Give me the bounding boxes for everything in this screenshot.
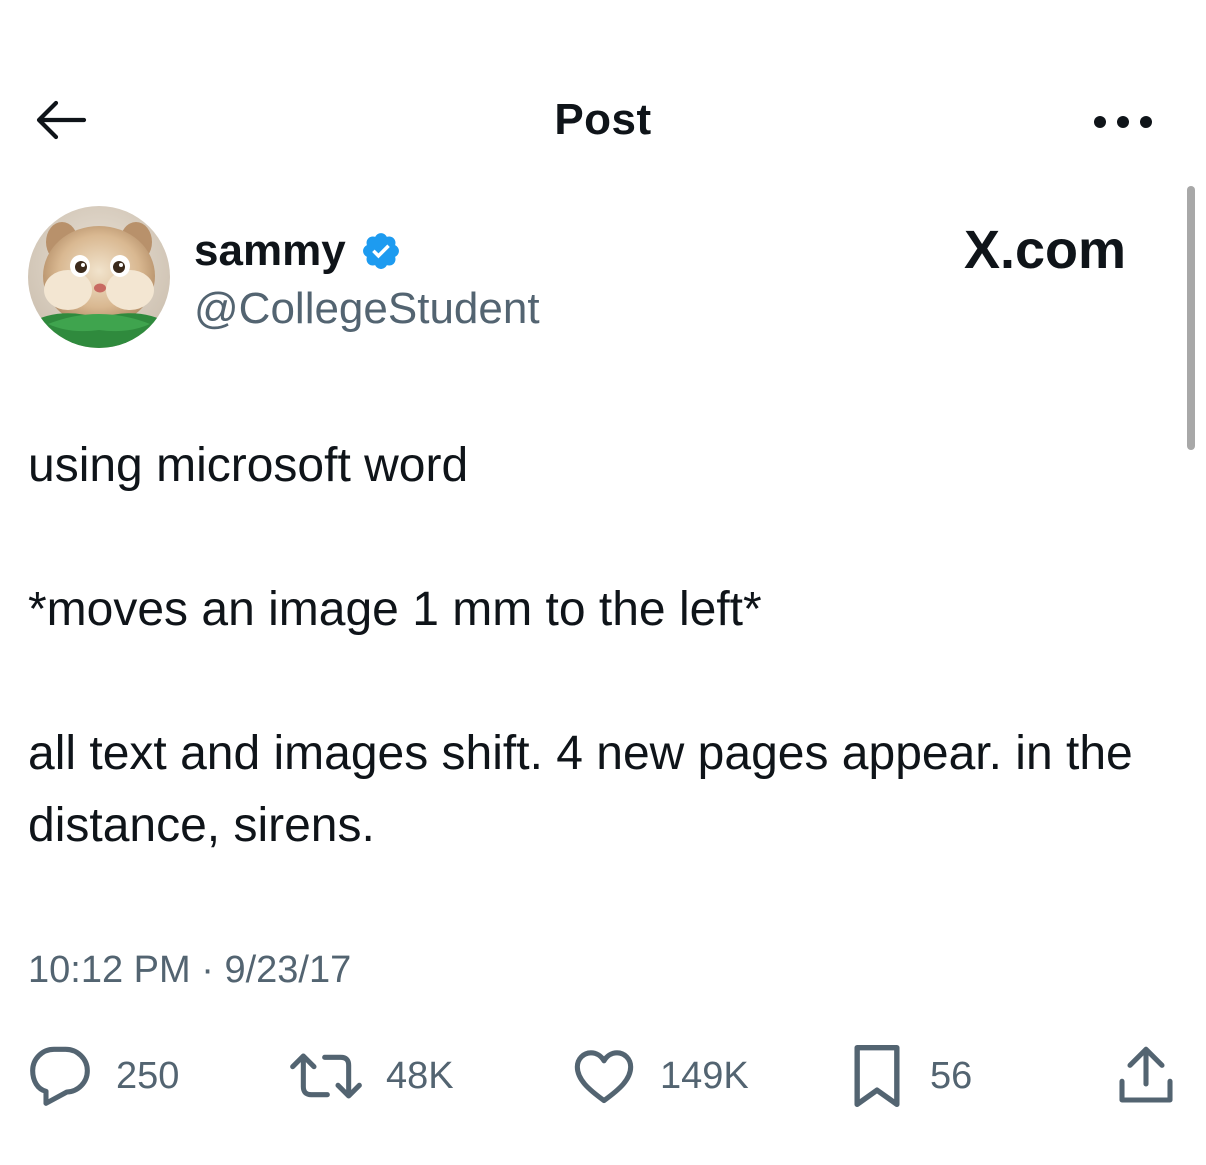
more-horizontal-icon (1092, 114, 1154, 130)
share-icon (1116, 1044, 1176, 1108)
bookmark-button[interactable]: 56 (848, 1040, 972, 1112)
reply-count: 250 (116, 1054, 180, 1097)
repost-count: 48K (386, 1054, 454, 1097)
meta-separator: · (201, 949, 214, 991)
author-handle[interactable]: @CollegeStudent (194, 282, 540, 336)
tweet-paragraph: *moves an image 1 mm to the left* (28, 583, 762, 636)
bookmark-icon (848, 1042, 906, 1110)
action-bar: 250 48K 149K 56 (0, 1040, 1206, 1112)
verified-badge-icon (360, 230, 402, 272)
tweet-paragraph: using microsoft word (28, 439, 469, 492)
tweet-time[interactable]: 10:12 PM (28, 949, 191, 991)
repost-button[interactable]: 48K (290, 1040, 454, 1112)
repost-icon (290, 1044, 362, 1108)
heart-icon (572, 1044, 636, 1108)
tweet-paragraph: all text and images shift. 4 new pages a… (28, 727, 1133, 852)
top-bar: Post (0, 60, 1206, 180)
more-options-button[interactable] (1088, 98, 1158, 146)
page-title: Post (554, 95, 652, 144)
x-com-watermark: X.com (964, 220, 1127, 280)
tweet-text: using microsoft word *moves an image 1 m… (28, 430, 1188, 862)
reply-icon (28, 1044, 92, 1108)
bookmark-count: 56 (930, 1054, 973, 1097)
avatar-chipmunk (28, 206, 170, 348)
avatar[interactable] (28, 206, 170, 348)
display-name[interactable]: sammy (194, 224, 346, 278)
like-button[interactable]: 149K (572, 1040, 749, 1112)
tweet-date[interactable]: 9/23/17 (224, 949, 351, 991)
tweet-timestamp[interactable]: 10:12 PM · 9/23/17 (28, 944, 351, 996)
share-button[interactable] (1116, 1040, 1176, 1112)
author-name-row[interactable]: sammy (194, 224, 402, 278)
scrollbar[interactable] (1187, 186, 1195, 450)
like-count: 149K (660, 1054, 749, 1097)
reply-button[interactable]: 250 (28, 1040, 179, 1112)
